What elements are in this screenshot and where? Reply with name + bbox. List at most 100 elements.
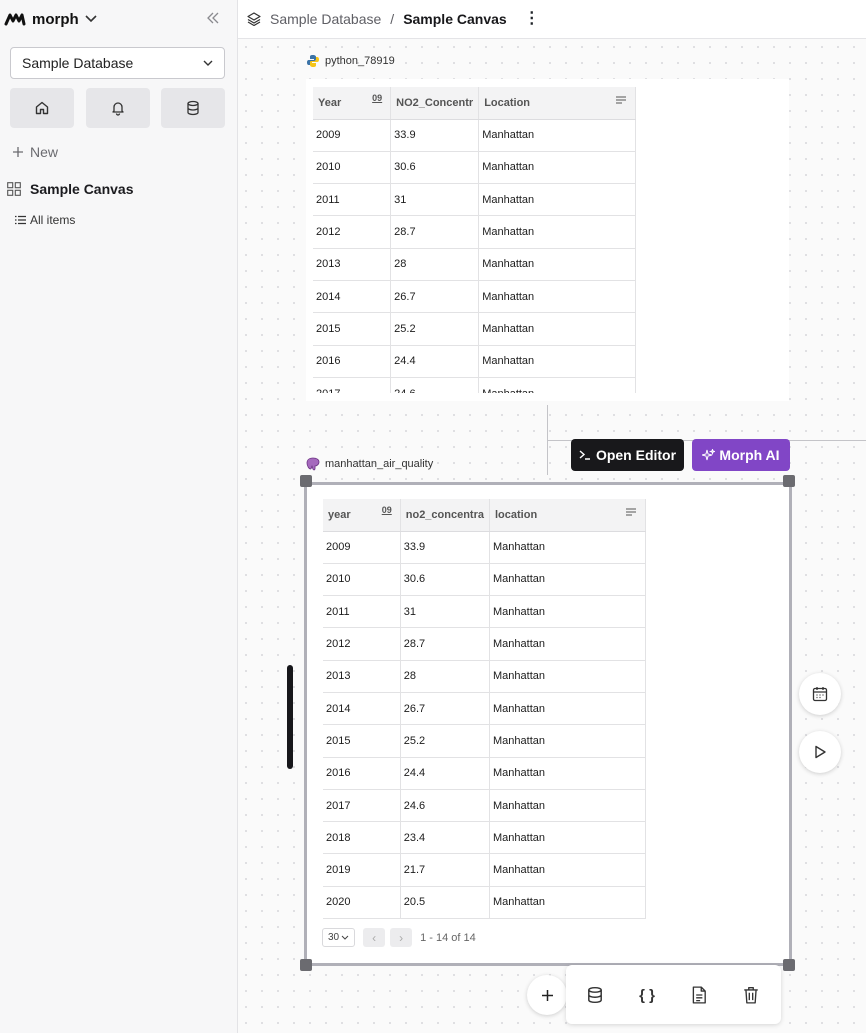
table-row[interactable]: 2015 25.2 Manhattan	[313, 312, 636, 346]
plus-icon	[541, 989, 553, 1001]
table-row[interactable]: 2010 30.6 Manhattan	[323, 563, 646, 597]
more-options-icon[interactable]: ⋮	[524, 11, 540, 27]
table-cell: 24.6	[390, 377, 480, 393]
cell-name: manhattan_air_quality	[325, 458, 434, 470]
brand-menu[interactable]: morph	[4, 8, 97, 30]
database-select[interactable]: Sample Database	[10, 47, 225, 79]
run-button[interactable]	[799, 731, 841, 773]
column-header-year[interactable]: Year 09	[313, 87, 392, 120]
scrollbar-thumb[interactable]	[287, 665, 293, 769]
table-row[interactable]: 2020 20.5 Manhattan	[323, 886, 646, 920]
data-grid-sql[interactable]: year 09 no2_concentra location 2009 33.9 Ma…	[323, 499, 646, 921]
table-row[interactable]: 2016 24.4 Manhattan	[313, 345, 636, 378]
number-type-badge: 09	[381, 505, 392, 515]
table-cell: 23.4	[400, 821, 491, 855]
resize-handle-top-left[interactable]	[300, 475, 312, 487]
table-row[interactable]: 2013 28 Manhattan	[313, 248, 636, 281]
data-grid-python[interactable]: Year 09 NO2_Concentr Location 2009 33.9 Man…	[313, 87, 636, 393]
column-header-year[interactable]: year 09	[323, 499, 401, 532]
column-header-location[interactable]: location	[489, 499, 646, 532]
column-header-label: location	[495, 508, 538, 521]
table-row[interactable]: 2014 26.7 Manhattan	[323, 692, 646, 726]
sidebar-item-all-items[interactable]: All items	[15, 213, 75, 227]
breadcrumb-canvas[interactable]: Sample Canvas	[403, 11, 507, 27]
table-row[interactable]: 2011 31 Manhattan	[323, 595, 646, 629]
table-cell: 2020	[323, 886, 401, 920]
chevron-left-icon: ‹	[372, 930, 377, 945]
text-type-icon	[616, 95, 626, 107]
table-row[interactable]: 2012 28.7 Manhattan	[323, 627, 646, 661]
resize-handle-bottom-right[interactable]	[783, 959, 795, 971]
table-row[interactable]: 2009 33.9 Manhattan	[323, 531, 646, 564]
table-cell: 2019	[323, 853, 401, 887]
column-header-label: no2_concentra	[405, 508, 484, 521]
notifications-button[interactable]	[86, 88, 150, 128]
play-icon	[815, 745, 826, 759]
column-header-label: Year	[318, 96, 342, 109]
resize-handle-bottom-left[interactable]	[300, 959, 312, 971]
table-cell: Manhattan	[478, 151, 636, 185]
table-row[interactable]: 2018 23.4 Manhattan	[323, 821, 646, 855]
table-cell: 30.6	[400, 563, 491, 597]
table-cell: Manhattan	[489, 757, 646, 790]
table-row[interactable]: 2010 30.6 Manhattan	[313, 151, 636, 185]
table-cell: Manhattan	[489, 660, 646, 693]
table-cell: 30.6	[390, 151, 480, 185]
table-row[interactable]: 2015 25.2 Manhattan	[323, 724, 646, 758]
add-code-cell-button[interactable]: { }	[635, 983, 659, 1007]
column-header-no2[interactable]: no2_concentra	[400, 499, 491, 532]
column-header-location[interactable]: Location	[478, 87, 636, 120]
table-cell: 26.7	[390, 280, 480, 314]
chevron-down-icon	[85, 15, 97, 23]
table-cell: 2014	[323, 692, 401, 726]
table-row[interactable]: 2019 21.7 Manhattan	[323, 853, 646, 887]
home-button[interactable]	[10, 88, 74, 128]
resize-handle-top-right[interactable]	[783, 475, 795, 487]
pagination-info: 1 - 14 of 14	[420, 931, 476, 944]
bell-icon	[112, 102, 124, 116]
table-row[interactable]: 201724.6Manhattan	[323, 789, 646, 823]
collapse-sidebar-icon[interactable]	[207, 12, 219, 27]
morph-ai-button[interactable]: Morph AI	[692, 439, 790, 471]
delete-cell-button[interactable]	[739, 983, 763, 1007]
table-row[interactable]: 2012 28.7 Manhattan	[313, 215, 636, 249]
add-sql-cell-button[interactable]	[583, 983, 607, 1007]
page-size-select[interactable]: 30	[322, 928, 356, 947]
table-row[interactable]: 2016 24.4 Manhattan	[323, 757, 646, 790]
cell-label-sql[interactable]: manhattan_air_quality	[306, 457, 433, 471]
table-cell: Manhattan	[478, 280, 636, 314]
table-cell: Manhattan	[478, 248, 636, 281]
morph-logo-icon	[4, 13, 26, 26]
add-cell-button[interactable]	[527, 975, 567, 1015]
database-select-value: Sample Database	[22, 55, 134, 71]
next-page-button[interactable]: ›	[390, 928, 413, 947]
table-row[interactable]: 2011 31 Manhattan	[313, 183, 636, 217]
sidebar-item-sample-canvas[interactable]: Sample Canvas	[7, 181, 134, 197]
table-cell: Manhattan	[478, 215, 636, 249]
breadcrumb-database[interactable]: Sample Database	[270, 11, 381, 27]
add-markdown-cell-button[interactable]	[687, 983, 711, 1007]
database-button[interactable]	[161, 88, 225, 128]
table-cell: Manhattan	[489, 595, 646, 629]
open-editor-button[interactable]: Open Editor	[571, 439, 684, 471]
open-editor-label: Open Editor	[595, 447, 677, 463]
table-row[interactable]: 201724.6Manhattan	[313, 377, 636, 393]
table-cell: Manhattan	[478, 119, 636, 152]
table-cell: 24.4	[390, 345, 480, 378]
data-table: Year 09 NO2_Concentr Location 2009 33.9 Man…	[313, 87, 636, 393]
previous-page-button[interactable]: ‹	[363, 928, 386, 947]
sparkle-icon	[702, 448, 716, 460]
new-button[interactable]: New	[12, 144, 58, 160]
table-cell: 2010	[323, 563, 401, 597]
table-cell: 2011	[323, 595, 401, 629]
table-row[interactable]: 2014 26.7 Manhattan	[313, 280, 636, 314]
table-cell: Manhattan	[489, 724, 646, 758]
schedule-button[interactable]	[799, 673, 841, 715]
table-cell: 25.2	[400, 724, 491, 758]
table-row[interactable]: 2013 28 Manhattan	[323, 660, 646, 693]
column-header-no2[interactable]: NO2_Concentr	[390, 87, 480, 120]
table-row[interactable]: 2009 33.9 Manhattan	[313, 119, 636, 152]
cell-label-python[interactable]: python_78919	[306, 54, 395, 68]
postgresql-icon	[306, 457, 320, 471]
pagination: 30 ‹ › 1 - 14 of 14	[322, 928, 476, 947]
